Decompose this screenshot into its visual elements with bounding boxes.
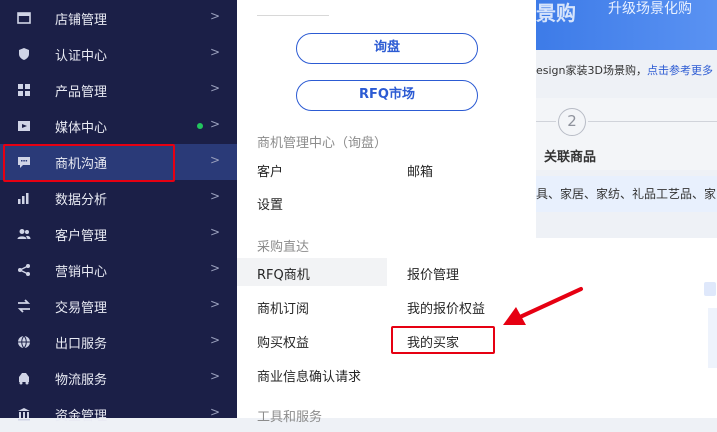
annotation-arrow-icon: [503, 287, 583, 325]
